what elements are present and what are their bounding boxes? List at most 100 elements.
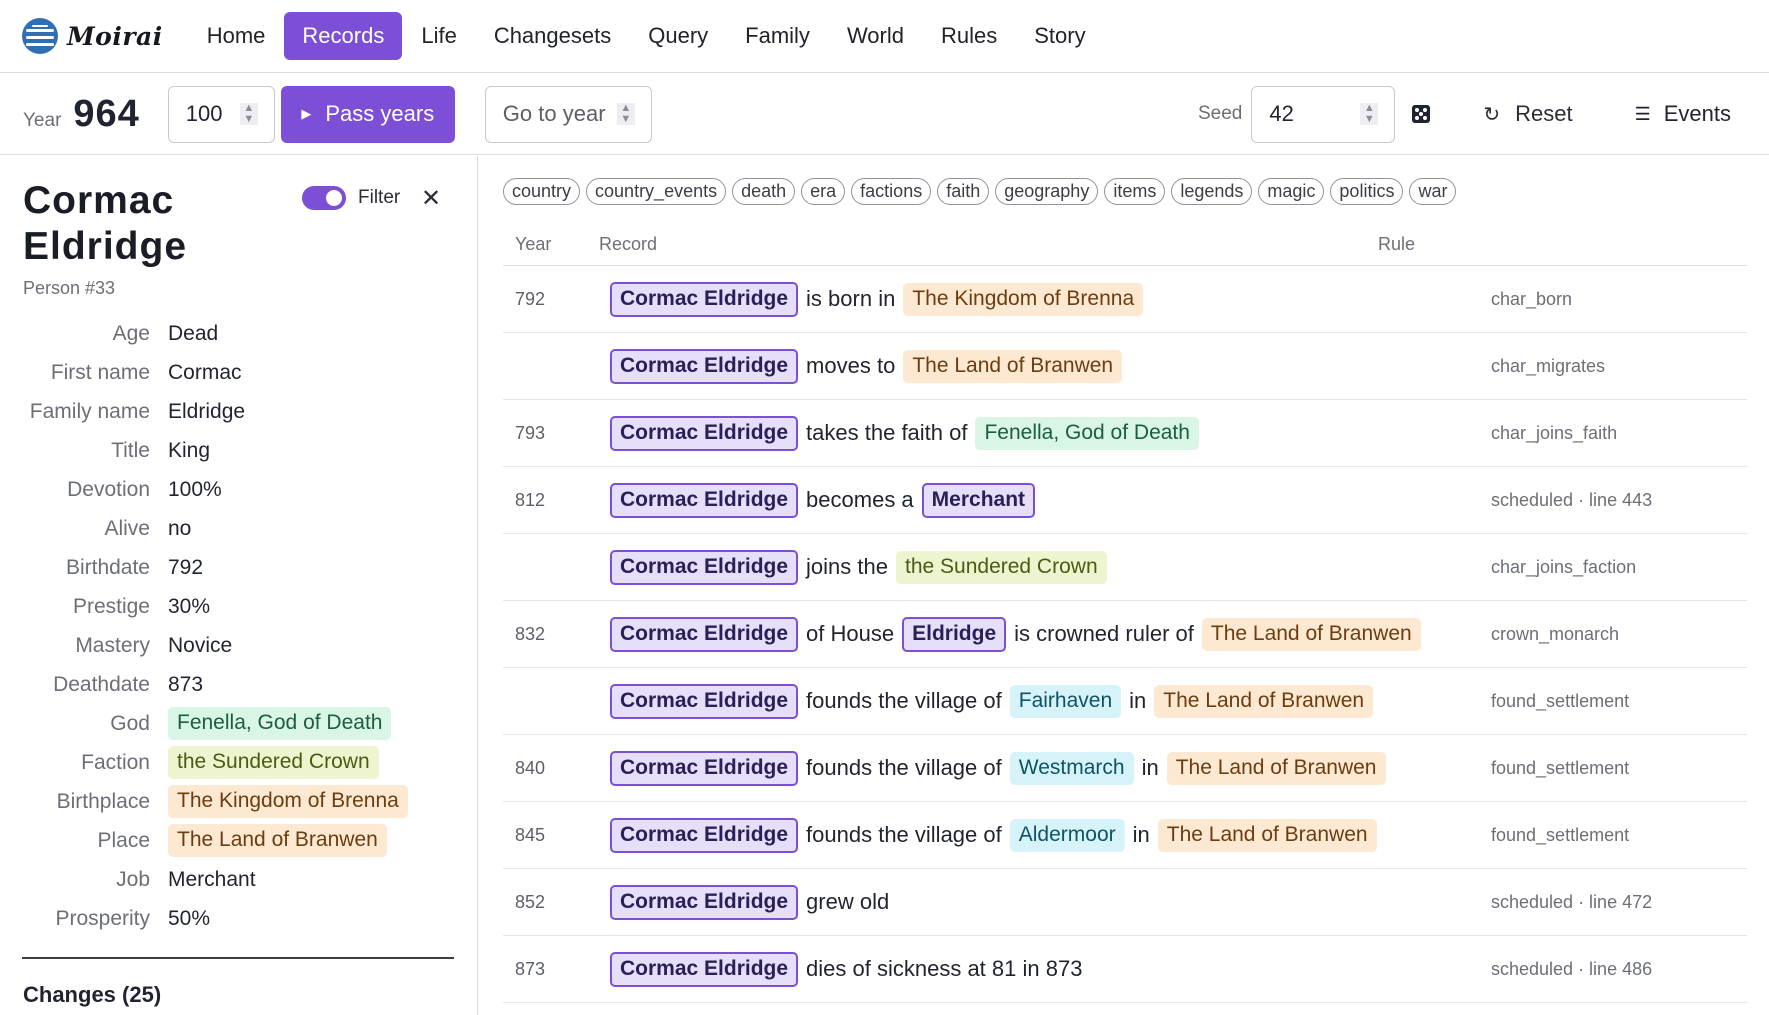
record-phrase: becomes a [806,487,914,512]
entity-chip[interactable]: Cormac Eldridge [610,884,799,920]
entity-chip[interactable]: Cormac Eldridge [610,415,799,451]
records-panel: country country_events death era factions fai… [479,156,1769,1015]
attribute-value: 30% [168,594,211,618]
entity-chip[interactable]: Cormac Eldridge [610,281,799,317]
pass-years-button[interactable]: ▶ Pass years [280,85,455,143]
entity-chip[interactable]: Cormac Eldridge [610,750,799,786]
spinner-arrows-icon[interactable]: ▲ ▼ [616,103,635,125]
go-to-year-placeholder: Go to year [502,101,606,126]
entity-chip[interactable]: The Land of Branwen [168,824,387,857]
nav-item-life[interactable]: Life [403,12,474,60]
tag-filter[interactable]: faith [937,178,990,205]
events-button[interactable]: ☰ Events [1635,101,1731,127]
nav-item-family[interactable]: Family [727,12,828,60]
entity-chip[interactable]: The Kingdom of Brenna [903,282,1144,316]
table-row[interactable]: Cormac Eldridge joins the the Sundered Cro… [503,534,1747,601]
go-to-year-input[interactable]: Go to year ▲ ▼ [484,85,652,143]
nav-item-changesets[interactable]: Changesets [476,12,629,60]
entity-chip[interactable]: Fenella, God of Death [168,707,392,740]
record-text: Cormac Eldridge of House Eldridge is crowne… [610,616,1429,652]
record-year: 793 [515,422,546,443]
entity-chip[interactable]: Eldridge [902,616,1007,652]
attribute-row: Prosperity 50% [0,899,478,938]
nav-item-world[interactable]: World [829,12,922,60]
column-year[interactable]: Year [515,234,551,255]
tag-filter[interactable]: era [801,178,846,205]
spinner-arrows-icon[interactable]: ▲ ▼ [239,103,258,125]
column-rule[interactable]: Rule [1378,234,1415,255]
entity-chip[interactable]: The Land of Branwen [1166,751,1386,785]
table-row[interactable]: 793 Cormac Eldridge takes the faith of Fene… [503,400,1747,467]
entity-chip[interactable]: Cormac Eldridge [610,683,799,719]
tag-filter[interactable]: politics [1330,178,1404,205]
entity-chip[interactable]: Cormac Eldridge [610,549,799,585]
record-rule: found_settlement [1491,757,1630,778]
entity-chip[interactable]: Cormac Eldridge [610,616,799,652]
table-row[interactable]: Cormac Eldridge founds the village of Fair… [503,668,1747,735]
tag-filter[interactable]: war [1409,178,1457,205]
record-phrase: takes the faith of [806,420,968,445]
seed-input[interactable]: 42 ▲ ▼ [1251,85,1396,143]
entity-chip[interactable]: Fairhaven [1009,684,1122,718]
brand[interactable]: Moirai [22,18,163,54]
filter-toggle[interactable]: Filter [302,186,400,210]
tag-filter[interactable]: country_events [586,178,727,205]
spinner-arrows-icon[interactable]: ▲ ▼ [1360,103,1379,125]
table-row[interactable]: 845 Cormac Eldridge founds the village of A… [503,802,1747,869]
entity-chip[interactable]: Cormac Eldridge [610,817,799,853]
toolbar: Year 964 100 ▲ ▼ ▶ Pass years Go to year … [0,74,1769,155]
events-label: Events [1663,101,1731,126]
entity-chip[interactable]: The Land of Branwen [903,349,1123,383]
record-year: 852 [515,891,546,912]
entity-chip[interactable]: The Land of Branwen [1157,818,1377,852]
tag-filter[interactable]: items [1104,178,1166,205]
entity-chip[interactable]: Westmarch [1009,751,1134,785]
entity-chip[interactable]: The Land of Branwen [1201,617,1421,651]
nav-item-home[interactable]: Home [189,12,284,60]
entity-chip[interactable]: Merchant [921,482,1036,518]
entity-chip[interactable]: the Sundered Crown [168,746,379,779]
attribute-label: First name [50,360,150,384]
tag-filter[interactable]: legends [1171,178,1253,205]
tag-filter[interactable]: death [732,178,796,205]
play-icon: ▶ [301,106,312,121]
years-to-pass-input[interactable]: 100 ▲ ▼ [167,85,275,143]
tag-filter[interactable]: country [503,178,581,205]
nav-item-rules[interactable]: Rules [923,12,1015,60]
entity-chip[interactable]: Cormac Eldridge [610,348,799,384]
entity-chip[interactable]: Fenella, God of Death [975,416,1199,450]
nav-item-records[interactable]: Records [284,12,403,60]
entity-chip[interactable]: the Sundered Crown [896,550,1107,584]
nav-item-query[interactable]: Query [630,12,726,60]
entity-chip[interactable]: The Land of Branwen [1154,684,1374,718]
table-row[interactable]: 812 Cormac Eldridge becomes a Merchant sched… [503,467,1747,534]
entity-chip[interactable]: The Kingdom of Brenna [168,785,408,818]
nav-item-story[interactable]: Story [1016,12,1103,60]
table-row[interactable]: 792 Cormac Eldridge is born in The Kingdom … [503,266,1747,333]
record-phrase: of House [806,621,895,646]
record-phrase: moves to [806,353,896,378]
attribute-value: no [168,516,192,540]
table-row[interactable]: 832 Cormac Eldridge of House Eldridge is cro… [503,601,1747,668]
reset-button[interactable]: ↻ Reset [1483,101,1572,127]
changes-heading[interactable]: Changes (25) [23,982,161,1008]
close-icon[interactable]: ✕ [421,184,441,213]
table-row[interactable]: 852 Cormac Eldridge grew old scheduled · li… [503,869,1747,936]
table-row[interactable]: Cormac Eldridge moves to The Land of Branw… [503,333,1747,400]
toggle-switch[interactable] [302,186,346,210]
entity-chip[interactable]: Aldermoor [1009,818,1125,852]
table-row[interactable]: 840 Cormac Eldridge founds the village of W… [503,735,1747,802]
dice-icon[interactable] [1412,105,1431,123]
attribute-value: 50% [168,906,211,930]
tag-filter[interactable]: geography [995,178,1099,205]
entity-chip[interactable]: Cormac Eldridge [610,482,799,518]
table-row[interactable]: 873 Cormac Eldridge dies of sickness at 81… [503,936,1747,1003]
record-text: Cormac Eldridge dies of sickness at 81 in… [610,951,1090,987]
tag-filter[interactable]: factions [851,178,932,205]
entity-chip[interactable]: Cormac Eldridge [610,951,799,987]
record-text: Cormac Eldridge founds the village of West… [610,750,1394,786]
record-text: Cormac Eldridge joins the the Sundered Cro… [610,549,1115,585]
attribute-value: 100% [168,477,222,501]
tag-filter[interactable]: magic [1258,178,1325,205]
column-record[interactable]: Record [599,234,657,255]
